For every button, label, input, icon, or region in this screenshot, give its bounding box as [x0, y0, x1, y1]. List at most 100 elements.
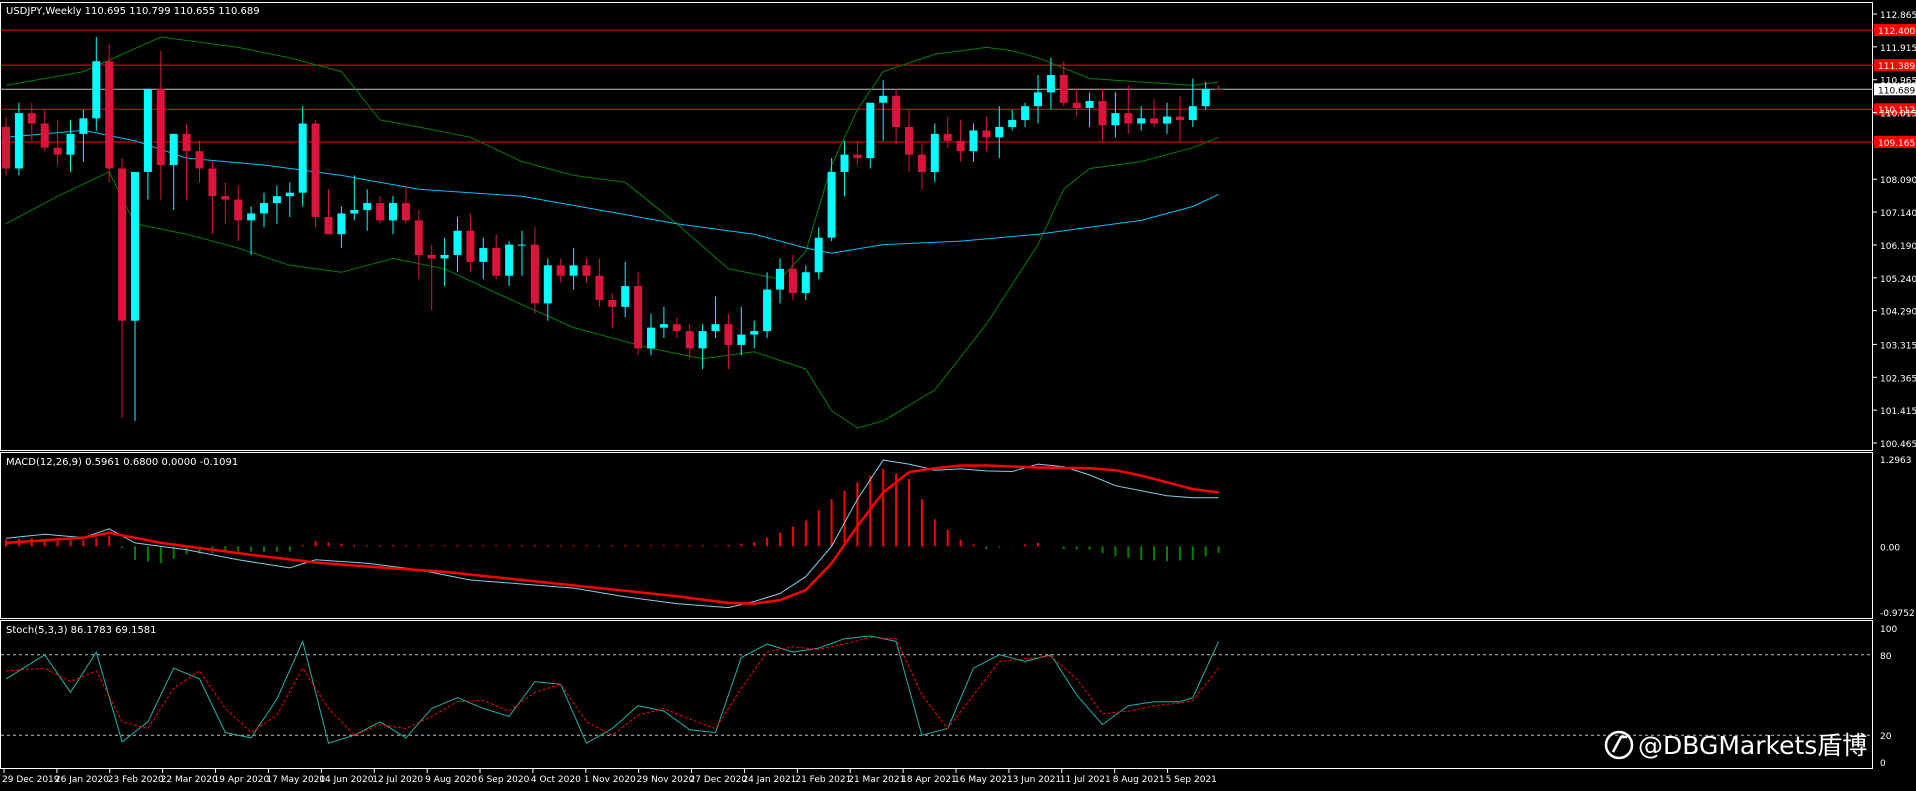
candle-body [466, 230, 475, 262]
candle-body [1046, 75, 1055, 93]
candle-body [621, 286, 630, 307]
stoch-tick-label: 0 [1880, 759, 1886, 769]
candle-body [1150, 118, 1159, 124]
candle-body [1163, 116, 1171, 124]
candle-body [711, 324, 720, 332]
candle-body [518, 244, 526, 246]
macd-layer [5, 459, 1220, 609]
candle-body [698, 331, 707, 349]
candle-body [853, 154, 862, 159]
date-tick-label: 21 Feb 2021 [795, 775, 851, 785]
watermark-text: @DBGMarkets盾博 [1638, 731, 1867, 760]
date-tick-label: 27 Dec 2020 [690, 775, 748, 785]
candle-body [892, 95, 901, 127]
date-tick-label: 19 Apr 2020 [214, 775, 270, 785]
price-tick-label: 100.465 [1880, 440, 1916, 450]
date-tick-label: 11 Jul 2021 [1060, 775, 1111, 785]
date-tick-label: 29 Nov 2020 [637, 775, 695, 785]
candle-body [685, 331, 694, 349]
candle-body [1188, 106, 1197, 121]
candle-body [66, 133, 75, 155]
main-price-layer [1, 29, 1873, 429]
candle-body [956, 140, 965, 152]
price-tick-label: 110.965 [1880, 77, 1916, 87]
candle-body [247, 213, 256, 221]
candle-body [814, 237, 823, 273]
candle-body [582, 265, 591, 276]
candle-body [569, 265, 578, 276]
stoch-panel-frame [0, 620, 1873, 769]
candle-body [311, 123, 320, 217]
date-tick-label: 6 Sep 2020 [478, 775, 530, 785]
candle-body [1214, 88, 1223, 90]
candle-body [479, 248, 488, 262]
candle-body [801, 272, 810, 294]
candle-body [234, 199, 243, 221]
candle-body [414, 220, 423, 255]
date-tick-label: 16 May 2021 [954, 775, 1013, 785]
macd-tick-label: 1.2963 [1880, 456, 1912, 466]
stoch-tick-label: 80 [1880, 652, 1892, 662]
date-tick-label: 4 Oct 2020 [531, 775, 581, 785]
date-tick-label: 26 Jan 2020 [55, 775, 109, 785]
candle-body [1175, 116, 1184, 121]
price-level-label: 109.165 [1878, 139, 1915, 149]
date-tick-label: 1 Nov 2020 [584, 775, 636, 785]
candle-body [1072, 102, 1081, 108]
candle-body [1059, 75, 1068, 103]
macd-label: MACD(12,26,9) 0.5961 0.6800 0.0000 -0.10… [6, 457, 238, 468]
price-tick-label: 106.190 [1880, 242, 1916, 252]
price-level-label: 112.400 [1878, 27, 1915, 37]
candle-body [298, 123, 307, 193]
candle-body [763, 289, 772, 332]
price-tick-label: 108.090 [1880, 176, 1916, 186]
brand-logo-icon [1604, 730, 1634, 760]
candle-body [156, 88, 165, 166]
candle-body [260, 203, 268, 214]
candle-body [376, 203, 385, 221]
candle-body [905, 126, 913, 155]
candle-body [943, 133, 952, 141]
candle-body [143, 88, 152, 172]
candle-body [324, 216, 333, 235]
candle-body [169, 133, 178, 166]
macd-tick-label: -0.9752 [1880, 609, 1915, 619]
candle-body [53, 147, 62, 155]
chart-canvas: 112.400111.389110.112109.165110.689112.8… [0, 2, 1916, 785]
macd-main-line [5, 459, 1219, 609]
macd-tick-label: 0.00 [1880, 543, 1900, 553]
candle-body [182, 133, 191, 152]
candle-body [930, 133, 939, 172]
candle-body [917, 154, 926, 172]
stoch-tick-label: 100 [1880, 625, 1897, 635]
candle-body [1098, 101, 1107, 126]
candle-body [440, 254, 449, 259]
candle-body [724, 324, 733, 345]
candle-body [131, 171, 139, 321]
candle-body [492, 248, 501, 276]
stoch-tick-label: 20 [1880, 732, 1892, 742]
price-tick-label: 112.865 [1880, 11, 1916, 21]
price-tick-label: 101.415 [1880, 407, 1916, 417]
candle-body [350, 209, 359, 214]
candle-body [285, 192, 294, 197]
price-tick-label: 110.015 [1880, 110, 1916, 120]
candle-body [840, 154, 849, 172]
candle-body [1021, 106, 1030, 121]
candle-body [982, 130, 991, 138]
price-tick-label: 104.290 [1880, 308, 1916, 318]
date-tick-label: 9 Aug 2020 [425, 775, 477, 785]
candle-body [672, 324, 681, 332]
candle-body [27, 113, 36, 124]
candle-body [1008, 120, 1017, 127]
candle-body [105, 61, 114, 169]
stoch-layer [1, 635, 1873, 744]
stoch-signal-line [5, 636, 1219, 736]
date-tick-label: 23 Feb 2020 [108, 775, 164, 785]
candle-body [427, 254, 436, 259]
candle-body [453, 230, 462, 255]
watermark: @DBGMarkets盾博 [1604, 730, 1867, 760]
date-tick-label: 13 Jun 2021 [1007, 775, 1061, 785]
candle-body [595, 275, 604, 300]
candle-body [1034, 92, 1042, 107]
